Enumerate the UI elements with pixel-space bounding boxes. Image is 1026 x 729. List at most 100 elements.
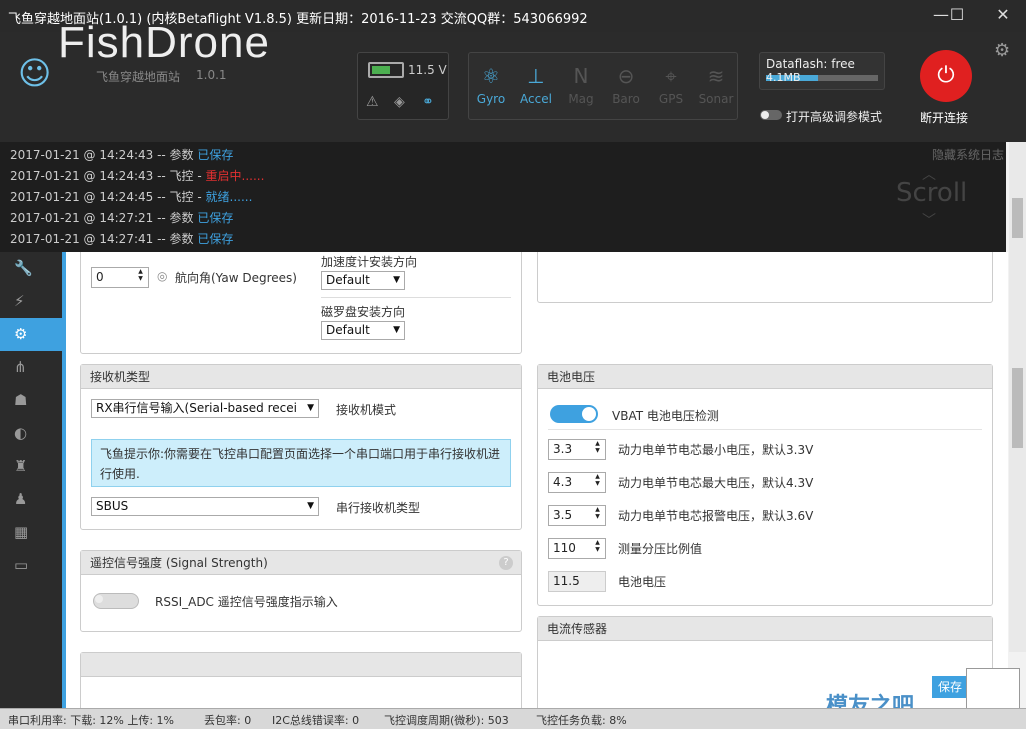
app-subtitle: 飞鱼穿越地面站 — [96, 70, 181, 84]
disconnect-label: 断开连接 — [920, 111, 969, 125]
receiver-note: 飞鱼提示你:你需要在飞控串口配置页面选择一个串口端口用于串行接收机进行使用. — [91, 439, 511, 487]
hide-log-link[interactable]: 隐藏系统日志 — [932, 146, 1004, 163]
receiver-title: 接收机类型 — [81, 365, 521, 389]
disconnect-button[interactable]: ⏻ — [920, 50, 972, 102]
log-entry: 2017-01-21 @ 14:24:43 -- 飞控 - 重启中...... — [10, 167, 264, 184]
toggle-icon: ◐ — [14, 424, 28, 442]
log-text: -- 参数 — [153, 232, 198, 246]
sidebar-item-sensors[interactable]: ▦ — [0, 516, 62, 549]
log-time: 2017-01-21 @ 14:24:43 — [10, 169, 154, 183]
fish-logo-icon: ☺ — [18, 54, 52, 92]
sensor-label: GPS — [658, 92, 684, 106]
warning-icon: ⚠ — [366, 94, 379, 110]
log-scrollbar[interactable] — [1009, 142, 1026, 652]
yaw-icon: ◎ — [157, 269, 168, 283]
battery-voltage: 11.5 V — [408, 63, 447, 77]
sidebar-item-configuration[interactable]: ⚙ — [0, 318, 62, 351]
next-panel — [80, 652, 522, 708]
gear-icon: ⚙ — [14, 325, 28, 343]
log-status: 已保存 — [197, 232, 234, 246]
mag-align-select[interactable]: Default — [321, 321, 405, 340]
maximize-icon[interactable]: ☐ — [942, 4, 972, 28]
battery-voltage-panel: 电池电压 VBAT 电池电压检测 3.3 动力电单节电芯最小电压，默认3.3V … — [537, 364, 993, 606]
sidebar: 🔧 ⚡ ⚙ ⋔ ☗ ◐ ♜ ♟ ▦ ▭ — [0, 252, 62, 708]
sidebar-item-cli[interactable]: ▭ — [0, 549, 62, 582]
system-log: 2017-01-21 @ 14:24:43 -- 参数 已保存 2017-01-2… — [0, 142, 1006, 252]
led-icon: ♟ — [14, 490, 28, 508]
battery-icon — [368, 62, 404, 78]
scale-input[interactable]: 110 — [548, 538, 606, 559]
port-utilization: 串口利用率: 下载: 12% 上传: 1% — [8, 714, 175, 727]
serial-receiver-select[interactable]: SBUS — [91, 497, 319, 516]
sidebar-item-ports[interactable]: ⚡ — [0, 285, 62, 318]
chevron-up-icon: ︿ — [922, 167, 936, 183]
battery-voltage-label: 电池电压 — [618, 575, 667, 589]
board-alignment-panel: 0 ◎ 航向角(Yaw Degrees) 加速度计安装方向 Default 磁罗… — [80, 252, 522, 354]
sensor-mag: N Mag — [560, 56, 602, 116]
close-icon[interactable]: ✕ — [988, 4, 1018, 28]
advanced-mode-label: 打开高级调参模式 — [786, 110, 883, 124]
acc-align-label: 加速度计安装方向 — [321, 255, 418, 269]
log-scroll-thumb[interactable] — [1012, 198, 1023, 238]
sidebar-item-motors[interactable]: ♜ — [0, 450, 62, 483]
app-logo: FishDrone — [58, 18, 270, 67]
dataflash-panel: Dataflash: free 4.1MB — [759, 52, 885, 90]
save-button[interactable]: 保存 — [932, 676, 968, 698]
dataflash-label: Dataflash: free — [766, 57, 855, 71]
sidebar-item-setup[interactable]: 🔧 — [0, 252, 62, 285]
sensor-label: Gyro — [476, 92, 506, 106]
log-time: 2017-01-21 @ 14:24:43 — [10, 148, 154, 162]
acc-align-select[interactable]: Default — [321, 271, 405, 290]
sidebar-item-led[interactable]: ♟ — [0, 483, 62, 516]
link-icon: ⚭ — [422, 94, 434, 110]
sensor-label: Mag — [568, 92, 594, 106]
robot-icon: ☗ — [14, 391, 28, 409]
motor-icon: ♜ — [14, 457, 28, 475]
min-cell-input[interactable]: 3.3 — [548, 439, 606, 460]
parachute-icon: ◈ — [394, 94, 405, 110]
receiver-mode-select[interactable]: RX串行信号输入(Serial-based recei — [91, 399, 319, 418]
receiver-panel: 接收机类型 RX串行信号输入(Serial-based recei 接收机模式 … — [80, 364, 522, 530]
yaw-input[interactable]: 0 — [91, 267, 149, 288]
app-version: 1.0.1 — [196, 68, 227, 82]
log-entry: 2017-01-21 @ 14:27:41 -- 参数 已保存 — [10, 230, 233, 247]
right-top-panel — [537, 252, 993, 303]
min-cell-label: 动力电单节电芯最小电压，默认3.3V — [618, 443, 814, 457]
rssi-toggle[interactable] — [93, 593, 139, 609]
wrench-icon: 🔧 — [14, 259, 33, 277]
log-text: -- 飞控 - — [153, 190, 206, 204]
scale-label: 测量分压比例值 — [618, 542, 703, 556]
warn-cell-input[interactable]: 3.5 — [548, 505, 606, 526]
divider — [548, 429, 982, 430]
accel-icon: ⊥ — [527, 64, 545, 88]
cycle-time: 飞控调度周期(微秒): 503 — [384, 714, 509, 727]
sensor-accel: ⊥ Accel — [515, 56, 557, 116]
log-text: -- 飞控 - — [153, 169, 206, 183]
usb-icon: ⏻ — [937, 63, 955, 88]
yaw-label: 航向角(Yaw Degrees) — [175, 271, 297, 285]
sidebar-item-failsafe[interactable]: ⋔ — [0, 351, 62, 384]
sidebar-item-receiver[interactable]: ☗ — [0, 384, 62, 417]
advanced-mode-toggle[interactable] — [760, 110, 782, 120]
sidebar-item-modes[interactable]: ◐ — [0, 417, 62, 450]
i2c-error: I2C总线错误率: 0 — [272, 714, 360, 727]
sensor-label: Accel — [520, 92, 552, 106]
help-icon[interactable]: ? — [499, 556, 513, 570]
max-cell-input[interactable]: 4.3 — [548, 472, 606, 493]
status-bar: 串口利用率: 下载: 12% 上传: 1% 丢包率: 0 I2C总线错误率: 0… — [0, 708, 1026, 729]
cpu-load: 飞控任务负载: 8% — [536, 714, 627, 727]
log-status: 已保存 — [197, 148, 234, 162]
battery-title: 电池电压 — [538, 365, 992, 389]
gps-icon: ⌖ — [665, 64, 677, 88]
content-scroll-thumb[interactable] — [1012, 368, 1023, 448]
log-time: 2017-01-21 @ 14:27:41 — [10, 232, 154, 246]
log-status: 重启中...... — [205, 169, 265, 183]
sensor-gps: ⌖ GPS — [650, 56, 692, 116]
gear-icon[interactable]: ⚙ — [994, 40, 1010, 61]
serial-receiver-label: 串行接收机类型 — [336, 501, 421, 515]
vbat-toggle[interactable] — [550, 405, 598, 423]
rssi-panel: 遥控信号强度 (Signal Strength) ? RSSI_ADC 遥控信号… — [80, 550, 522, 632]
sensor-label: Baro — [612, 92, 640, 106]
divider — [321, 297, 511, 298]
current-title: 电流传感器 — [538, 617, 992, 641]
